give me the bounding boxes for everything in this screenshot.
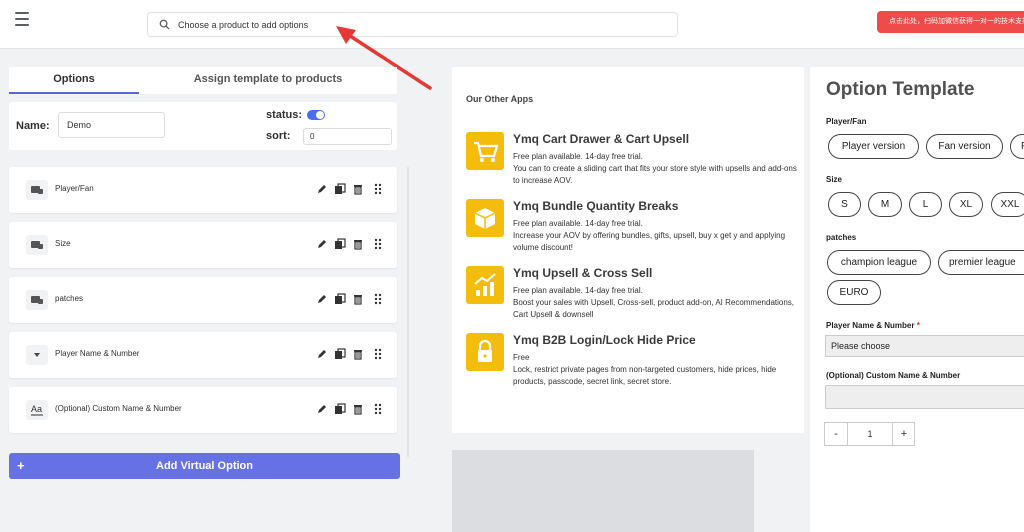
option-label: Size <box>55 239 71 248</box>
app-title[interactable]: Ymq Upsell & Cross Sell <box>513 266 652 280</box>
option-label: Player Name & Number <box>55 349 140 358</box>
app-title[interactable]: Ymq B2B Login/Lock Hide Price <box>513 333 696 347</box>
copy-icon[interactable] <box>334 293 346 305</box>
swatch-icon <box>26 290 48 310</box>
delete-icon[interactable] <box>352 238 364 250</box>
quantity-decrement-button[interactable]: - <box>825 423 848 445</box>
swatch-icon <box>26 235 48 255</box>
preview-placeholder <box>452 450 754 532</box>
sort-field[interactable] <box>303 128 392 145</box>
app-description: Free plan available. 14-day free trial. Y… <box>513 152 797 185</box>
size-xl-button[interactable]: XL <box>949 192 983 217</box>
drag-handle-icon[interactable] <box>372 348 384 360</box>
size-m-button[interactable]: M <box>868 192 902 217</box>
quantity-value[interactable]: 1 <box>848 423 892 445</box>
size-xxl-button[interactable]: XXL <box>991 192 1024 217</box>
copy-icon[interactable] <box>334 238 346 250</box>
copy-icon[interactable] <box>334 183 346 195</box>
option-template-preview: Option Template Player/Fan Player versio… <box>810 67 1024 532</box>
sort-label: sort: <box>266 130 291 142</box>
box-icon <box>466 199 504 237</box>
option-row-custom-name[interactable]: Aa (Optional) Custom Name & Number <box>9 387 397 433</box>
delete-icon[interactable] <box>352 403 364 415</box>
app-description: Free Lock, restrict private pages from no… <box>513 353 777 386</box>
other-apps-title: Our Other Apps <box>466 94 534 104</box>
delete-icon[interactable] <box>352 348 364 360</box>
champion-league-button[interactable]: champion league <box>827 250 931 275</box>
player-fan-label: Player/Fan <box>826 117 867 126</box>
text-field-icon: Aa <box>26 400 48 420</box>
option-row-player-fan[interactable]: Player/Fan <box>9 167 397 213</box>
quantity-increment-button[interactable]: + <box>892 423 915 445</box>
edit-icon[interactable] <box>316 348 328 360</box>
growth-chart-icon <box>466 266 504 304</box>
patches-label: patches <box>826 233 857 242</box>
player-fan-more-button[interactable]: F <box>1010 134 1024 159</box>
dropdown-icon <box>26 345 48 365</box>
size-label: Size <box>826 175 843 184</box>
status-toggle[interactable] <box>307 110 325 120</box>
drag-handle-icon[interactable] <box>372 238 384 250</box>
size-l-button[interactable]: L <box>909 192 942 217</box>
list-scrollbar[interactable] <box>407 167 409 457</box>
search-icon <box>159 19 170 30</box>
option-label: (Optional) Custom Name & Number <box>55 404 182 413</box>
custom-name-label: (Optional) Custom Name & Number <box>826 371 961 380</box>
top-bar: 点击此处，扫码加微信获得一对一的技术支持 <box>0 0 1024 49</box>
hamburger-menu-icon[interactable] <box>15 12 29 26</box>
euro-button[interactable]: EURO <box>827 280 881 305</box>
custom-name-input[interactable] <box>825 385 1024 409</box>
player-name-select[interactable]: Please choose <box>825 335 1024 357</box>
app-title[interactable]: Ymq Bundle Quantity Breaks <box>513 199 678 213</box>
app-description: Free plan available. 14-day free trial. I… <box>513 219 786 252</box>
edit-icon[interactable] <box>316 403 328 415</box>
delete-icon[interactable] <box>352 183 364 195</box>
app-description: Free plan available. 14-day free trial. B… <box>513 286 795 319</box>
copy-icon[interactable] <box>334 403 346 415</box>
player-version-button[interactable]: Player version <box>828 134 919 159</box>
edit-icon[interactable] <box>316 183 328 195</box>
tab-options[interactable]: Options <box>9 67 139 94</box>
add-virtual-option-label: Add Virtual Option <box>156 460 253 472</box>
edit-icon[interactable] <box>316 238 328 250</box>
fan-version-button[interactable]: Fan version <box>926 134 1003 159</box>
status-label: status: <box>266 109 303 121</box>
drag-handle-icon[interactable] <box>372 293 384 305</box>
drag-handle-icon[interactable] <box>372 183 384 195</box>
option-label: Player/Fan <box>55 184 94 193</box>
template-title: Option Template <box>826 79 975 100</box>
other-apps-panel: Our Other Apps Ymq Cart Drawer & Cart Up… <box>452 67 804 433</box>
tab-bar: Options Assign template to products <box>9 67 397 94</box>
drag-handle-icon[interactable] <box>372 403 384 415</box>
cart-icon <box>466 132 504 170</box>
player-name-label: Player Name & Number * <box>826 321 920 330</box>
tab-assign-template[interactable]: Assign template to products <box>154 67 382 94</box>
app-title[interactable]: Ymq Cart Drawer & Cart Upsell <box>513 132 689 146</box>
copy-icon[interactable] <box>334 348 346 360</box>
lock-icon <box>466 333 504 371</box>
support-banner[interactable]: 点击此处，扫码加微信获得一对一的技术支持 <box>877 11 1024 33</box>
option-row-size[interactable]: Size <box>9 222 397 268</box>
option-row-player-name[interactable]: Player Name & Number <box>9 332 397 378</box>
template-settings-card: Name: status: sort: <box>9 102 397 150</box>
svg-text:Aa: Aa <box>31 404 42 414</box>
name-field[interactable] <box>58 112 165 138</box>
name-label: Name: <box>16 120 50 132</box>
size-s-button[interactable]: S <box>828 192 861 217</box>
premier-league-button[interactable]: premier league <box>938 250 1024 275</box>
add-virtual-option-button[interactable]: + Add Virtual Option <box>9 453 400 479</box>
swatch-icon <box>26 180 48 200</box>
delete-icon[interactable] <box>352 293 364 305</box>
edit-icon[interactable] <box>316 293 328 305</box>
product-search-bar[interactable] <box>147 12 678 37</box>
option-label: patches <box>55 294 84 303</box>
search-input[interactable] <box>178 17 658 33</box>
option-row-patches[interactable]: patches <box>9 277 397 323</box>
quantity-stepper[interactable]: - 1 + <box>824 422 915 446</box>
